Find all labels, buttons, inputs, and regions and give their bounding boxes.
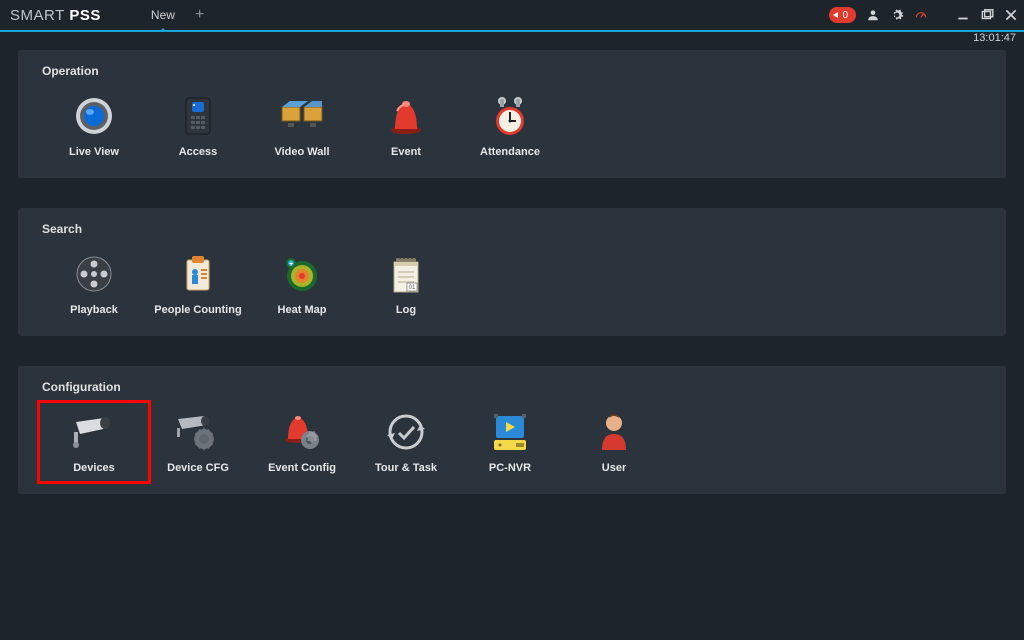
item-label: Device CFG <box>167 462 229 474</box>
item-event[interactable]: Event <box>354 96 458 158</box>
item-label: Tour & Task <box>375 462 437 474</box>
section-title-configuration: Configuration <box>42 380 988 394</box>
event-config-icon <box>272 412 332 452</box>
badge-count: 0 <box>842 10 848 21</box>
item-label: People Counting <box>154 304 241 316</box>
item-label: Live View <box>69 146 119 158</box>
access-icon <box>168 96 228 136</box>
devices-icon <box>64 412 124 452</box>
item-attendance[interactable]: Attendance <box>458 96 562 158</box>
item-label: Video Wall <box>274 146 329 158</box>
app-title: SMART PSS <box>10 7 101 24</box>
tab-new[interactable]: New <box>141 0 185 30</box>
section-title-search: Search <box>42 222 988 236</box>
item-log[interactable]: 01 Log <box>354 254 458 316</box>
item-label: PC-NVR <box>489 462 531 474</box>
item-tour-task[interactable]: Tour & Task <box>354 412 458 474</box>
item-label: Playback <box>70 304 118 316</box>
log-icon: 01 <box>376 254 436 294</box>
user-icon[interactable] <box>866 8 880 22</box>
live-view-icon <box>64 96 124 136</box>
section-search: Search Playback People Counting + Heat M… <box>18 208 1006 336</box>
gear-icon[interactable] <box>890 8 904 22</box>
title-right-group: 0 <box>829 0 1018 30</box>
item-event-config[interactable]: Event Config <box>250 412 354 474</box>
tab-label: New <box>151 8 175 22</box>
add-tab-button[interactable]: + <box>185 0 214 30</box>
close-button[interactable] <box>1004 8 1018 22</box>
item-label: Event Config <box>268 462 336 474</box>
user-config-icon <box>584 412 644 452</box>
maximize-button[interactable] <box>980 8 994 22</box>
item-people-counting[interactable]: People Counting <box>146 254 250 316</box>
svg-text:01: 01 <box>409 285 416 291</box>
svg-text:+: + <box>289 261 293 268</box>
tour-task-icon <box>376 412 436 452</box>
item-playback[interactable]: Playback <box>42 254 146 316</box>
tab-strip: New + <box>141 0 214 30</box>
item-label: Log <box>396 304 416 316</box>
item-heat-map[interactable]: + Heat Map <box>250 254 354 316</box>
section-operation: Operation Live View Access Video Wall <box>18 50 1006 178</box>
section-configuration: Configuration Devices Device CFG Event C… <box>18 366 1006 494</box>
item-video-wall[interactable]: Video Wall <box>250 96 354 158</box>
main-canvas: Operation Live View Access Video Wall <box>0 32 1024 638</box>
event-icon <box>376 96 436 136</box>
item-pc-nvr[interactable]: PC-NVR <box>458 412 562 474</box>
configuration-grid: Devices Device CFG Event Config Tour & T… <box>42 412 988 474</box>
item-label: Access <box>179 146 218 158</box>
item-access[interactable]: Access <box>146 96 250 158</box>
device-cfg-icon <box>168 412 228 452</box>
playback-icon <box>64 254 124 294</box>
section-title-operation: Operation <box>42 64 988 78</box>
item-label: Event <box>391 146 421 158</box>
search-grid: Playback People Counting + Heat Map 01 L… <box>42 254 988 316</box>
speaker-icon <box>833 12 838 18</box>
clock: 13:01:47 <box>973 32 1016 44</box>
item-label: Devices <box>73 462 115 474</box>
heat-map-icon: + <box>272 254 332 294</box>
operation-grid: Live View Access Video Wall Event <box>42 96 988 158</box>
alert-badge[interactable]: 0 <box>829 7 856 23</box>
attendance-icon <box>480 96 540 136</box>
item-user[interactable]: User <box>562 412 666 474</box>
item-device-cfg[interactable]: Device CFG <box>146 412 250 474</box>
pc-nvr-icon <box>480 412 540 452</box>
people-counting-icon <box>168 254 228 294</box>
minimize-button[interactable] <box>956 8 970 22</box>
item-label: Attendance <box>480 146 540 158</box>
item-label: User <box>602 462 626 474</box>
titlebar: SMART PSS New + 0 <box>0 0 1024 30</box>
item-devices[interactable]: Devices <box>42 412 146 474</box>
gauge-icon[interactable] <box>914 8 928 22</box>
video-wall-icon <box>272 96 332 136</box>
item-label: Heat Map <box>278 304 327 316</box>
item-live-view[interactable]: Live View <box>42 96 146 158</box>
